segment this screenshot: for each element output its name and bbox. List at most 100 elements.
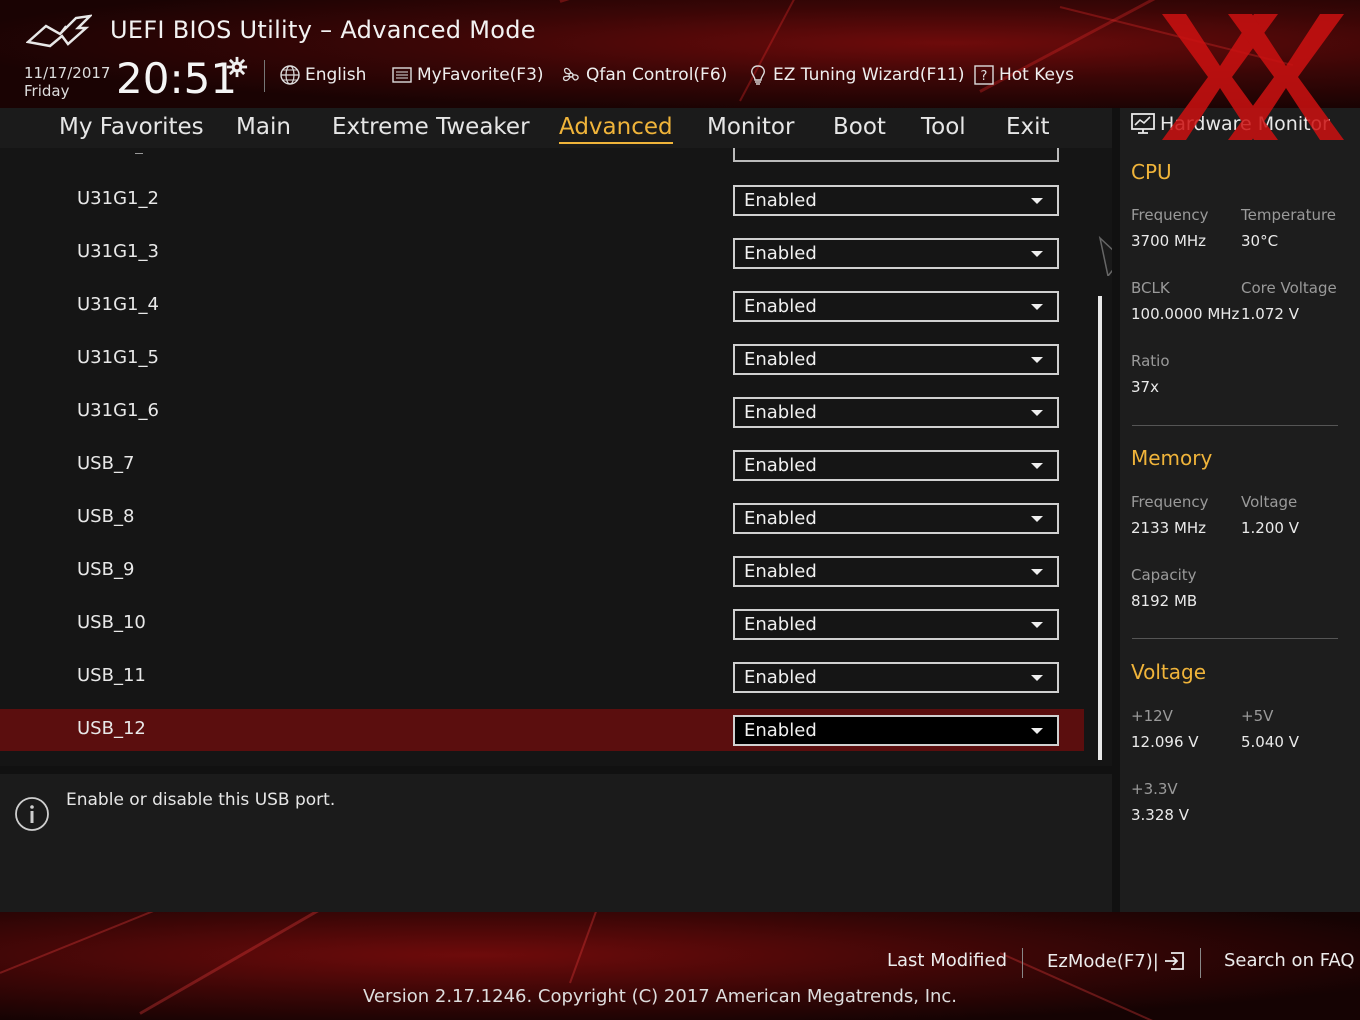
help-text: Enable or disable this USB port.: [66, 790, 336, 810]
v12-label: +12V: [1131, 707, 1173, 725]
row-partial-label: [135, 153, 143, 154]
caret-down-icon: [1031, 622, 1043, 628]
memory-frequency-label: Frequency: [1131, 493, 1209, 511]
hot-keys-label: Hot Keys: [999, 65, 1074, 85]
setting-row-u31g1-3[interactable]: U31G1_3 Enabled: [0, 232, 1084, 274]
ratio-label: Ratio: [1131, 352, 1170, 370]
footer-divider: [1022, 948, 1023, 978]
memory-frequency-value: 2133 MHz: [1131, 519, 1207, 537]
header-bar: UEFI BIOS Utility – Advanced Mode 11/17/…: [0, 0, 1360, 108]
setting-dropdown[interactable]: Enabled: [733, 662, 1059, 693]
setting-dropdown[interactable]: Enabled: [733, 609, 1059, 640]
svg-text:?: ?: [981, 69, 988, 84]
setting-dropdown[interactable]: Enabled: [733, 715, 1059, 746]
voltage-heading: Voltage: [1131, 660, 1207, 684]
cpu-temperature-value: 30°C: [1241, 232, 1279, 250]
tab-advanced[interactable]: Advanced: [559, 112, 673, 144]
v5-label: +5V: [1241, 707, 1274, 725]
section-divider: [1132, 425, 1338, 426]
setting-row-u31g1-5[interactable]: U31G1_5 Enabled: [0, 338, 1084, 380]
footer-bar: Last Modified EzMode(F7)| Search on FAQ …: [0, 912, 1360, 1020]
language-button[interactable]: English: [279, 64, 366, 86]
core-voltage-value: 1.072 V: [1241, 305, 1299, 323]
core-voltage-label: Core Voltage: [1241, 279, 1337, 297]
setting-dropdown[interactable]: Enabled: [733, 503, 1059, 534]
caret-down-icon: [1031, 675, 1043, 681]
dropdown-value: Enabled: [744, 455, 817, 476]
dropdown-value: Enabled: [744, 614, 817, 635]
setting-dropdown[interactable]: Enabled: [733, 556, 1059, 587]
memory-capacity-value: 8192 MB: [1131, 592, 1198, 610]
tab-exit[interactable]: Exit: [1006, 112, 1050, 142]
dropdown-value: Enabled: [744, 296, 817, 317]
decor-streak: [559, 0, 808, 3]
qfan-control-label: Qfan Control(F6): [586, 65, 728, 85]
v5-value: 5.040 V: [1241, 733, 1299, 751]
xx-watermark-logo: [1162, 14, 1344, 140]
setting-row-usb-7[interactable]: USB_7 Enabled: [0, 444, 1084, 486]
monitor-icon: [1131, 113, 1155, 134]
gear-icon[interactable]: [226, 56, 248, 78]
setting-row-usb-8[interactable]: USB_8 Enabled: [0, 497, 1084, 539]
caret-down-icon: [1031, 463, 1043, 469]
setting-dropdown[interactable]: Enabled: [733, 238, 1059, 269]
caret-down-icon: [1031, 251, 1043, 257]
v12-value: 12.096 V: [1131, 733, 1199, 751]
setting-row-usb-9[interactable]: USB_9 Enabled: [0, 550, 1084, 592]
v33-value: 3.328 V: [1131, 806, 1189, 824]
tab-tool[interactable]: Tool: [921, 112, 966, 142]
setting-dropdown[interactable]: Enabled: [733, 450, 1059, 481]
setting-row-usb-11[interactable]: USB_11 Enabled: [0, 656, 1084, 698]
memory-heading: Memory: [1131, 446, 1213, 470]
setting-label: USB_7: [77, 453, 135, 474]
setting-label: U31G1_6: [77, 400, 159, 421]
setting-dropdown[interactable]: Enabled: [733, 344, 1059, 375]
setting-row-u31g1-4[interactable]: U31G1_4 Enabled: [0, 285, 1084, 327]
setting-dropdown[interactable]: Enabled: [733, 397, 1059, 428]
tab-main[interactable]: Main: [236, 112, 291, 142]
ez-mode-label: EzMode(F7)|: [1047, 950, 1159, 972]
day-label: Friday: [24, 82, 70, 100]
rog-logo-icon: [26, 14, 92, 48]
setting-label: U31G1_4: [77, 294, 159, 315]
exit-arrow-icon: [1164, 952, 1184, 970]
tab-extreme-tweaker[interactable]: Extreme Tweaker: [332, 112, 530, 142]
settings-list: U31G1_2 Enabled U31G1_3 Enabled U31G1_4 …: [0, 148, 1112, 766]
cpu-frequency-value: 3700 MHz: [1131, 232, 1207, 250]
tab-monitor[interactable]: Monitor: [707, 112, 794, 142]
ez-tuning-wizard-button[interactable]: EZ Tuning Wizard(F11): [747, 64, 965, 86]
caret-down-icon: [1031, 357, 1043, 363]
memory-capacity-label: Capacity: [1131, 566, 1197, 584]
setting-label: U31G1_3: [77, 241, 159, 262]
version-text: Version 2.17.1246. Copyright (C) 2017 Am…: [362, 986, 958, 1007]
last-modified-button[interactable]: Last Modified: [887, 950, 1007, 971]
help-question-icon: ?: [974, 65, 994, 85]
bclk-value: 100.0000 MHz: [1131, 305, 1240, 323]
caret-down-icon: [1031, 198, 1043, 204]
setting-row-usb-10[interactable]: USB_10 Enabled: [0, 603, 1084, 645]
my-favorite-label: MyFavorite(F3): [417, 65, 544, 85]
cpu-heading: CPU: [1131, 160, 1172, 184]
cpu-temperature-label: Temperature: [1241, 206, 1337, 224]
ez-mode-button[interactable]: EzMode(F7)|: [1047, 950, 1185, 972]
search-faq-button[interactable]: Search on FAQ: [1224, 950, 1355, 971]
setting-dropdown[interactable]: Enabled: [733, 291, 1059, 322]
setting-dropdown[interactable]: Enabled: [733, 185, 1059, 216]
my-favorite-button[interactable]: MyFavorite(F3): [391, 64, 544, 86]
date-label: 11/17/2017: [24, 64, 111, 82]
scrollbar-thumb[interactable]: [1098, 296, 1102, 760]
dropdown-value: Enabled: [744, 190, 817, 211]
tab-my-favorites[interactable]: My Favorites: [59, 112, 204, 142]
caret-down-icon: [1031, 304, 1043, 310]
setting-row-u31g1-6[interactable]: U31G1_6 Enabled: [0, 391, 1084, 433]
setting-label: U31G1_5: [77, 347, 159, 368]
dropdown-partial[interactable]: [733, 148, 1059, 162]
setting-label: U31G1_2: [77, 188, 159, 209]
qfan-control-button[interactable]: Qfan Control(F6): [560, 64, 727, 86]
lightbulb-icon: [751, 65, 765, 85]
tab-boot[interactable]: Boot: [833, 112, 886, 142]
section-divider: [1132, 638, 1338, 639]
setting-row-u31g1-2[interactable]: U31G1_2 Enabled: [0, 179, 1084, 221]
hot-keys-button[interactable]: ? Hot Keys: [973, 64, 1074, 86]
setting-row-usb-12[interactable]: USB_12 Enabled: [0, 709, 1084, 751]
